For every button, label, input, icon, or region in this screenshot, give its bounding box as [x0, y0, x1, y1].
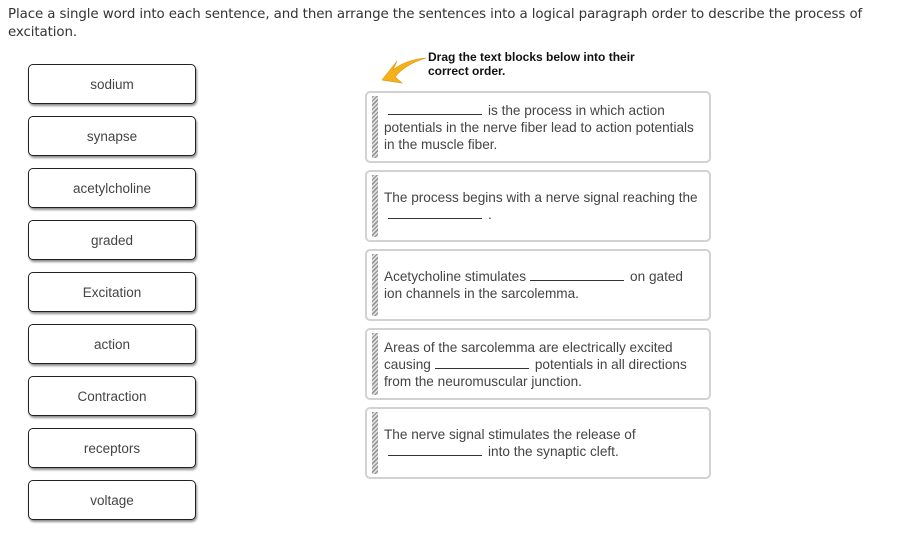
word-chip[interactable]: voltage [28, 480, 196, 520]
sentence-before: The nerve signal stimulates the release … [384, 427, 636, 442]
word-chip[interactable]: action [28, 324, 196, 364]
sentence-after: into the synaptic cleft. [488, 444, 619, 459]
sentence-block[interactable]: Acetycholine stimulates on gated ion chan… [365, 249, 711, 321]
instructions: Place a single word into each sentence, … [8, 7, 863, 40]
drop-blank[interactable] [388, 102, 482, 115]
sentence-block[interactable]: The nerve signal stimulates the release … [365, 407, 711, 479]
drop-blank[interactable] [434, 356, 529, 369]
drag-handle-icon[interactable] [372, 333, 378, 395]
drag-handle-icon[interactable] [372, 175, 378, 237]
sentence-block[interactable]: is the process in which action potential… [365, 91, 711, 163]
sentence-before: Acetycholine stimulates [384, 269, 527, 284]
word-chip[interactable]: acetylcholine [28, 168, 196, 208]
drop-blank[interactable] [388, 443, 482, 456]
drag-handle-icon[interactable] [372, 96, 378, 158]
drag-handle-icon[interactable] [372, 254, 378, 316]
sentence-text: The process begins with a nerve signal r… [384, 172, 699, 240]
word-chip[interactable]: receptors [28, 428, 196, 468]
hint-line: Drag the text blocks below into their [428, 50, 635, 64]
sentence-text: is the process in which action potential… [384, 93, 699, 161]
sentence-text: Areas of the sarcolemma are electrically… [384, 330, 699, 398]
sentence-text: Acetycholine stimulates on gated ion chan… [384, 251, 699, 319]
drag-handle-icon[interactable] [372, 412, 378, 474]
sentence-after: . [488, 207, 492, 222]
sentence-text: The nerve signal stimulates the release … [384, 409, 699, 477]
drag-hint: Drag the text blocks below into their co… [428, 50, 635, 78]
drag-arrow-icon [381, 57, 427, 84]
word-chip[interactable]: synapse [28, 116, 196, 156]
sentence-block[interactable]: The process begins with a nerve signal r… [365, 170, 711, 242]
word-chip[interactable]: sodium [28, 64, 196, 104]
sentence-before: The process begins with a nerve signal r… [384, 190, 698, 205]
drop-blank[interactable] [388, 206, 482, 219]
hint-line: correct order. [428, 64, 506, 78]
drop-blank[interactable] [530, 268, 625, 281]
word-chip[interactable]: graded [28, 220, 196, 260]
word-chip[interactable]: Contraction [28, 376, 196, 416]
sentence-block[interactable]: Areas of the sarcolemma are electrically… [365, 328, 711, 400]
word-chip[interactable]: Excitation [28, 272, 196, 312]
